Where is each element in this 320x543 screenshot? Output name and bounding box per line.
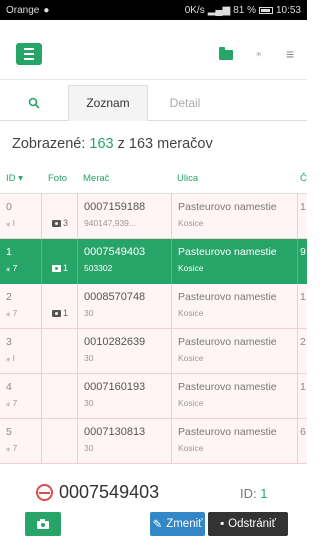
- row-street: Pasteurovo namestie: [178, 381, 277, 393]
- table-row[interactable]: 2 ⁎ 7 1 0008570748 30 Pasteurovo namestie K…: [0, 284, 307, 329]
- row-street: Pasteurovo namestie: [178, 246, 277, 258]
- battery-icon: [258, 6, 273, 14]
- status-bar: Orange ● 0K/s ▂▄▆ 81 % 10:53: [0, 0, 307, 20]
- row-number: 1: [300, 201, 306, 213]
- trash-icon: ▪: [220, 518, 225, 530]
- selected-meter-number: 0007549403: [59, 482, 160, 502]
- column-header-foto[interactable]: Foto: [48, 173, 67, 184]
- row-number: 1: [300, 381, 306, 393]
- edit-icon: ✎: [152, 519, 163, 531]
- row-id: 5: [6, 426, 12, 438]
- app-bar: ⁎ ≡: [0, 20, 307, 80]
- row-meter: 0010282639: [84, 336, 146, 348]
- row-number: 1: [300, 291, 306, 303]
- selected-id-label: ID:: [240, 486, 257, 501]
- row-city: Kosice: [178, 398, 204, 408]
- row-signal: ⁎ I: [6, 218, 15, 228]
- row-meter: 0007130813: [84, 426, 146, 438]
- edit-button[interactable]: ✎ Zmeniť: [150, 512, 205, 536]
- column-header-merac[interactable]: Merač: [83, 173, 109, 184]
- row-signal: ⁎ 7: [6, 308, 18, 318]
- list-icon[interactable]: ≡: [286, 46, 294, 62]
- rss-icon[interactable]: ⁎: [256, 46, 262, 59]
- row-signal: ⁎ 7: [6, 443, 18, 453]
- camera-icon: [52, 219, 61, 227]
- photo-button[interactable]: [25, 512, 61, 536]
- chat-icon: ●: [43, 4, 50, 16]
- row-id: 4: [6, 381, 12, 393]
- no-entry-icon: [36, 484, 53, 501]
- row-meter: 0007160193: [84, 381, 146, 393]
- tab-list[interactable]: Zoznam: [68, 85, 148, 121]
- column-header-id[interactable]: ID ▾: [6, 173, 23, 184]
- clock: 10:53: [275, 4, 301, 16]
- row-street: Pasteurovo namestie: [178, 291, 277, 303]
- photo-count: 1: [52, 263, 68, 273]
- row-city: Kosice: [178, 218, 204, 228]
- row-id: 3: [6, 336, 12, 348]
- tab-detail[interactable]: Detail: [150, 85, 220, 121]
- summary-label: Zobrazené:: [12, 136, 86, 152]
- row-meter: 0007549403: [84, 246, 146, 258]
- row-city: Kosice: [178, 263, 204, 273]
- row-city: Kosice: [178, 443, 204, 453]
- table-row[interactable]: 0 ⁎ I 3 0007159188 940147,939... Pasteurov…: [0, 194, 307, 239]
- detail-footer: 0007549403 ID: 1 ✎ Zmeniť ▪ Odstrániť: [0, 468, 307, 543]
- row-meter-sub: 30: [84, 353, 94, 363]
- row-id: 0: [6, 201, 12, 213]
- selected-meter: 0007549403: [36, 482, 159, 503]
- menu-button[interactable]: [16, 43, 42, 65]
- table-row-selected[interactable]: 1 ⁎ 7 1 0007549403 503302 Pasteurovo names…: [0, 239, 307, 284]
- selected-id-value: 1: [260, 486, 268, 501]
- delete-button-label: Odstrániť: [228, 518, 276, 530]
- table-header: ID ▾ Foto Merač Ulica Č: [0, 164, 307, 194]
- row-id: 1: [6, 246, 12, 258]
- row-meter-sub: 503302: [84, 263, 113, 273]
- tab-bar: Zoznam Detail: [0, 85, 307, 121]
- camera-icon: [37, 519, 49, 529]
- photo-count: 3: [52, 218, 68, 228]
- table-row[interactable]: 3 ⁎ I 0010282639 30 Pasteurovo namestie Kos…: [0, 329, 307, 374]
- summary-total: z 163 meračov: [117, 136, 213, 152]
- row-signal: ⁎ I: [6, 353, 15, 363]
- signal-icon: ▂▄▆: [207, 4, 231, 16]
- row-signal: ⁎ 7: [6, 263, 18, 273]
- photo-count: 1: [52, 308, 68, 318]
- row-street: Pasteurovo namestie: [178, 426, 277, 438]
- row-number: 2: [300, 336, 306, 348]
- battery-percent: 81 %: [233, 4, 256, 16]
- camera-icon: [52, 309, 61, 317]
- row-city: Kosice: [178, 308, 204, 318]
- carrier-label: Orange: [6, 4, 40, 16]
- row-meter-sub: 30: [84, 398, 94, 408]
- hamburger-icon: [24, 48, 34, 50]
- tab-search[interactable]: [14, 85, 54, 121]
- row-id: 2: [6, 291, 12, 303]
- summary-shown-count: 163: [89, 136, 114, 152]
- row-street: Pasteurovo namestie: [178, 336, 277, 348]
- row-meter-sub: 30: [84, 308, 94, 318]
- delete-button[interactable]: ▪ Odstrániť: [208, 512, 288, 536]
- table-row[interactable]: 5 ⁎ 7 0007130813 30 Pasteurovo namestie Kos…: [0, 419, 307, 464]
- search-icon: [28, 97, 40, 109]
- meters-table: ID ▾ Foto Merač Ulica Č 0 ⁎ I 3 000715918…: [0, 164, 307, 468]
- row-meter-sub: 940147,939...: [84, 218, 136, 228]
- table-row[interactable]: 4 ⁎ 7 0007160193 30 Pasteurovo namestie Kos…: [0, 374, 307, 419]
- summary-text: Zobrazené: 163 z 163 meračov: [12, 136, 213, 152]
- folder-icon[interactable]: [219, 47, 233, 60]
- column-header-cislo[interactable]: Č: [300, 173, 307, 184]
- row-number: 9: [300, 246, 306, 258]
- row-meter-sub: 30: [84, 443, 94, 453]
- row-meter: 0008570748: [84, 291, 146, 303]
- edit-button-label: Zmeniť: [166, 518, 203, 530]
- row-number: 6: [300, 426, 306, 438]
- selected-id: ID: 1: [240, 486, 267, 501]
- row-meter: 0007159188: [84, 201, 146, 213]
- net-speed: 0K/s: [184, 4, 205, 16]
- column-header-ulica[interactable]: Ulica: [177, 173, 198, 184]
- row-city: Kosice: [178, 353, 204, 363]
- row-street: Pasteurovo namestie: [178, 201, 277, 213]
- camera-icon: [52, 264, 61, 272]
- row-signal: ⁎ 7: [6, 398, 18, 408]
